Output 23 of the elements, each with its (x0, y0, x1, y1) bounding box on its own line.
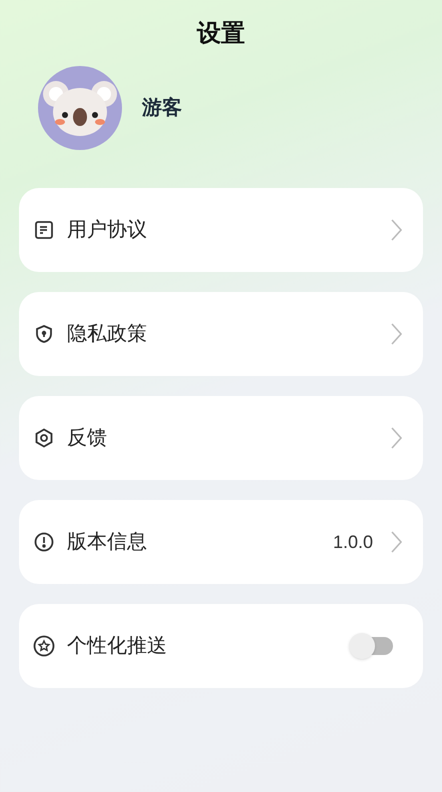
document-icon (34, 220, 54, 240)
chevron-right-icon (389, 218, 403, 242)
user-name: 游客 (142, 96, 182, 121)
chevron-right-icon (389, 426, 403, 450)
star-circle-icon (33, 635, 55, 657)
shield-icon (34, 324, 54, 344)
row-value: 1.0.0 (332, 530, 373, 554)
settings-row[interactable]: 版本信息 1.0.0 (19, 500, 423, 584)
row-label: 用户协议 (67, 218, 148, 243)
row-label: 个性化推送 (67, 634, 168, 659)
row-label: 隐私政策 (67, 322, 148, 347)
hexagon-icon (34, 428, 54, 448)
row-label: 反馈 (67, 426, 108, 451)
settings-row[interactable]: 隐私政策 (19, 292, 423, 376)
settings-row[interactable]: 反馈 (19, 396, 423, 480)
page-title: 设置 (197, 19, 245, 49)
settings-row[interactable]: 用户协议 (19, 188, 423, 272)
koala-avatar-icon[interactable] (38, 66, 122, 150)
row-label: 版本信息 (67, 530, 148, 555)
settings-row[interactable]: 个性化推送 (19, 604, 423, 688)
chevron-right-icon (389, 322, 403, 346)
alert-icon (34, 532, 54, 552)
chevron-right-icon (389, 530, 403, 554)
